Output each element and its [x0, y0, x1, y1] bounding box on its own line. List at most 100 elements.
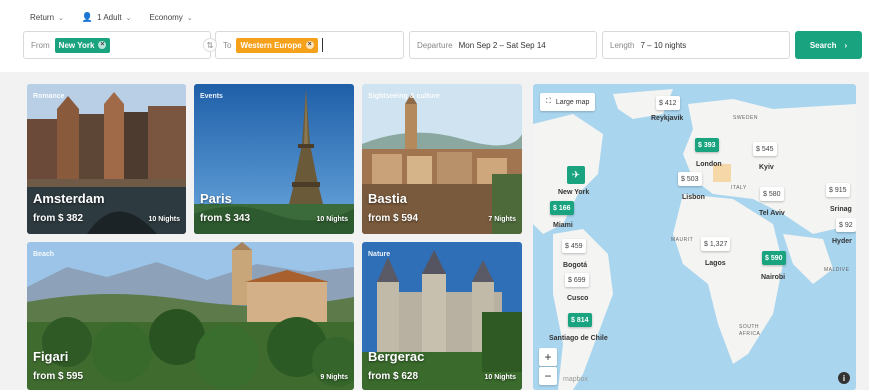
bastia-photo [362, 84, 522, 234]
map-pin[interactable]: $ 393 [695, 138, 719, 152]
map-region-label: SWEDEN [733, 115, 758, 121]
map-pin[interactable]: $ 1,327 [701, 237, 731, 251]
map-city-label: Reykjavik [651, 115, 684, 122]
large-map-button[interactable]: ⛶ Large map [540, 93, 596, 111]
info-icon[interactable]: i [838, 372, 850, 384]
zoom-in-button[interactable]: + [539, 348, 557, 366]
map-pin[interactable]: $ 580 [760, 187, 784, 201]
destination-card-amsterdam[interactable]: Romance Amsterdam from $ 382 10 Nights [27, 84, 186, 234]
card-city: Bastia [368, 191, 408, 206]
map-city-label: Bogotá [563, 262, 588, 269]
chevron-down-icon: ⌄ [186, 14, 193, 22]
bergerac-photo [362, 242, 522, 390]
zoom-out-button[interactable]: − [539, 367, 557, 385]
trip-type-select[interactable]: Return ⌄ [30, 12, 64, 23]
card-nights: 10 Nights [316, 216, 348, 223]
map-city-label: Tel Aviv [759, 210, 785, 217]
map-city-label: Hyder [832, 238, 852, 245]
swap-icon[interactable]: ⇅ [203, 38, 217, 52]
card-price: from $ 628 [368, 371, 419, 382]
map-city-label: Kyiv [759, 164, 774, 171]
card-city: Paris [200, 191, 232, 206]
map-pin[interactable]: $ 412 [656, 96, 680, 110]
map-pin[interactable]: $ 503 [678, 172, 702, 186]
destination-card-bastia[interactable]: Sightseeing & culture Bastia from $ 594 … [362, 84, 522, 234]
map-city-label: Cusco [567, 295, 589, 302]
length-value: 7 – 10 nights [640, 40, 687, 50]
destination-card-figari[interactable]: Beach Figari from $ 595 9 Nights [27, 242, 354, 390]
departure-value: Mon Sep 2 – Sat Sep 14 [458, 40, 546, 50]
map-origin-label: New York [558, 189, 590, 196]
paris-photo [194, 84, 354, 234]
remove-icon[interactable]: × [305, 41, 314, 49]
from-field[interactable]: From New York × [23, 31, 211, 59]
card-price: from $ 595 [33, 371, 84, 382]
map-pin[interactable]: $ 915 [826, 183, 850, 197]
cabin-label: Economy [149, 13, 183, 22]
map-landmasses [533, 89, 856, 390]
search-header: Return ⌄ 👤 1 Adult ⌄ Economy ⌄ From New … [0, 0, 869, 72]
expand-icon: ⛶ [546, 98, 551, 105]
search-button[interactable]: Search › [795, 31, 862, 59]
map-city-label: Srinag [830, 206, 852, 213]
map-pin[interactable]: $ 545 [753, 142, 777, 156]
card-category: Events [200, 93, 223, 100]
chevron-down-icon: ⌄ [58, 14, 64, 22]
card-nights: 9 Nights [320, 374, 348, 381]
map-city-label: Lisbon [682, 194, 705, 201]
to-label: To [223, 40, 232, 50]
map-pin[interactable]: $ 590 [762, 251, 786, 265]
passengers-label: 1 Adult [97, 13, 122, 22]
person-icon: 👤 [81, 12, 94, 22]
search-button-label: Search [809, 40, 837, 50]
map-city-label: London [696, 161, 722, 168]
from-label: From [31, 40, 50, 50]
chevron-down-icon: ⌄ [125, 14, 132, 22]
from-chip[interactable]: New York × [54, 37, 111, 53]
map-pin[interactable]: $ 166 [550, 201, 574, 215]
map-city-label: Nairobi [761, 274, 786, 281]
amsterdam-photo [27, 84, 186, 234]
passengers-select[interactable]: 👤 1 Adult ⌄ [82, 12, 132, 23]
map-pin[interactable]: $ 814 [568, 313, 592, 327]
world-map[interactable]: ⛶ Large map $ 412 Reykjavik SWEDEN $ 393… [533, 84, 856, 390]
remove-icon[interactable]: × [98, 41, 107, 49]
card-price: from $ 594 [368, 213, 419, 224]
destination-card-paris[interactable]: Events Paris from $ 343 10 Nights [194, 84, 354, 234]
text-cursor [321, 38, 323, 52]
map-region-label: MALDIVE [824, 267, 850, 273]
card-price: from $ 382 [33, 213, 84, 224]
map-city-label: Lagos [705, 260, 726, 267]
origin-airplane-icon[interactable]: ✈ [567, 166, 585, 184]
card-category: Nature [368, 251, 391, 258]
card-city: Figari [33, 349, 69, 364]
from-chip-label: New York [58, 40, 95, 50]
length-label: Length [610, 40, 635, 50]
map-region-label: ITALY [731, 185, 747, 191]
departure-label: Departure [417, 40, 453, 50]
cabin-select[interactable]: Economy ⌄ [149, 12, 192, 23]
card-category: Sightseeing & culture [368, 93, 440, 100]
card-city: Amsterdam [33, 191, 105, 206]
card-nights: 10 Nights [484, 374, 516, 381]
card-city: Bergerac [368, 349, 425, 364]
departure-field[interactable]: Departure Mon Sep 2 – Sat Sep 14 [409, 31, 597, 59]
to-field[interactable]: To Western Europe × [215, 31, 404, 59]
to-chip[interactable]: Western Europe × [236, 37, 318, 53]
trip-type-label: Return [30, 13, 55, 22]
map-attribution: mapbox [563, 376, 588, 383]
map-region-label: SOUTH AFRICA [739, 324, 761, 337]
card-nights: 10 Nights [148, 216, 180, 223]
length-field[interactable]: Length 7 – 10 nights [602, 31, 790, 59]
map-pin[interactable]: $ 459 [562, 239, 586, 253]
map-pin[interactable]: $ 699 [565, 273, 589, 287]
map-pin[interactable]: $ 92 [836, 218, 856, 232]
map-city-label: Santiago de Chile [549, 335, 608, 342]
map-region-label: MAURIT [671, 237, 694, 243]
chevron-right-icon: › [844, 40, 848, 50]
destination-card-bergerac[interactable]: Nature Bergerac from $ 628 10 Nights [362, 242, 522, 390]
card-category: Romance [33, 93, 65, 100]
card-nights: 7 Nights [488, 216, 516, 223]
to-chip-label: Western Europe [240, 40, 302, 50]
large-map-label: Large map [555, 98, 590, 106]
